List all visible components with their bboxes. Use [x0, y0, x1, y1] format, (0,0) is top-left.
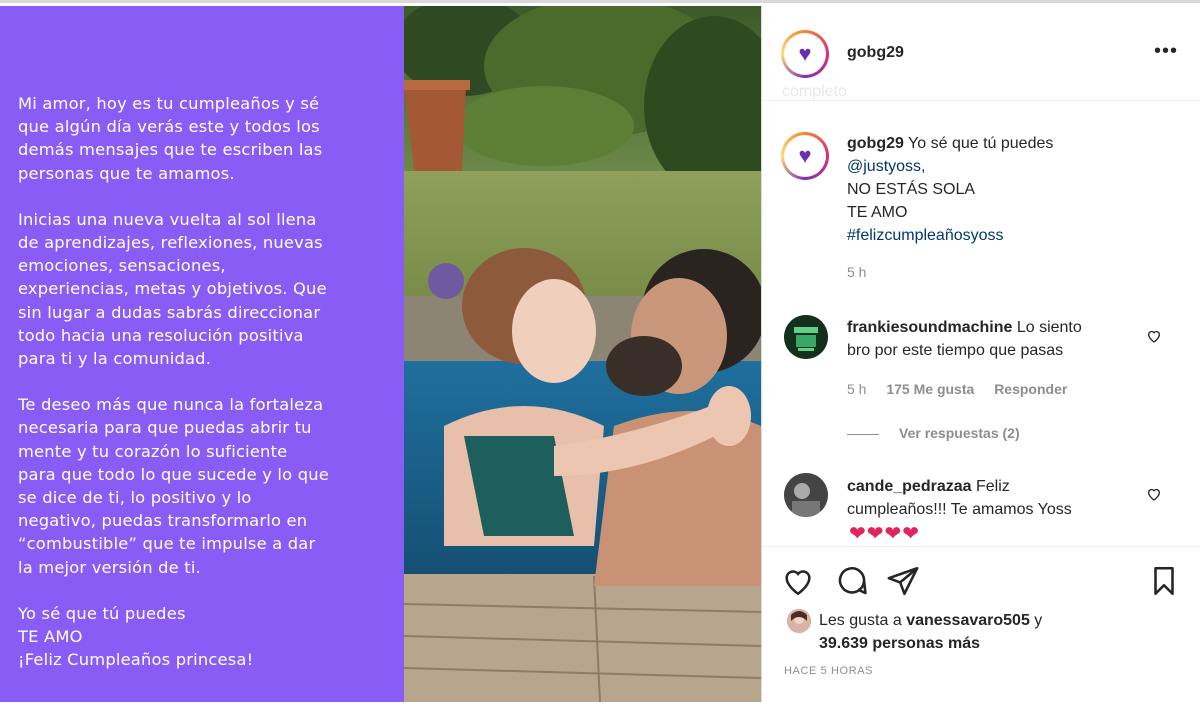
comment-2: cande_pedrazaa Feliz cumpleaños!!! Te am… [847, 475, 1147, 521]
caption-mention[interactable]: @justyoss, [847, 155, 1167, 178]
comment-likes[interactable]: 175 Me gusta [886, 381, 974, 397]
ghost-overlay-text: completo [782, 83, 847, 100]
liker-photo-icon [787, 609, 811, 633]
instagram-post-frame: Mi amor, hoy es tu cumpleaños y sé que a… [0, 0, 1200, 702]
purple-heart-icon: ♥ [784, 33, 826, 75]
comment-text-a: Feliz [975, 478, 1010, 495]
comment-text-b: cumpleaños!!! Te amamos Yoss [847, 501, 1072, 518]
more-options-icon[interactable]: ••• [1154, 40, 1178, 63]
comment-username[interactable]: frankiesoundmachine [847, 319, 1012, 336]
caption-username[interactable]: gobg29 [847, 135, 904, 152]
post-caption: gobg29 Yo sé que tú puedes @justyoss, NO… [847, 132, 1167, 284]
commenter-avatar[interactable] [784, 473, 828, 517]
comment-text-a: Lo siento [1016, 319, 1082, 336]
replies-divider [847, 433, 879, 435]
reply-button[interactable]: Responder [994, 381, 1067, 397]
comment-text-b: bro por este tiempo que pasas [847, 342, 1064, 359]
commenter-avatar[interactable] [784, 315, 828, 359]
like-comment-heart-icon[interactable] [1146, 328, 1162, 344]
comment-bubble-icon[interactable] [835, 564, 869, 598]
caption-avatar[interactable]: ♥ [781, 132, 829, 180]
purple-heart-icon: ♥ [784, 135, 826, 177]
message-paragraph-3: Te deseo más que nunca la fortaleza nece… [18, 395, 329, 577]
comment-1: frankiesoundmachine Lo siento bro por es… [847, 316, 1147, 362]
likes-count[interactable]: 39.639 personas más [819, 635, 980, 652]
save-bookmark-icon[interactable] [1147, 564, 1181, 598]
share-paper-plane-icon[interactable] [886, 564, 920, 598]
birthday-message-panel: Mi amor, hoy es tu cumpleaños y sé que a… [0, 6, 404, 702]
likes-prefix: Les gusta a [819, 612, 902, 629]
red-hearts-emoji: ❤❤❤❤ [849, 523, 921, 545]
comment-meta: 5 h 175 Me gusta Responder [847, 381, 1083, 397]
caption-hashtag[interactable]: #felizcumpleañosyoss [847, 224, 1167, 247]
view-replies[interactable]: Ver respuestas (2) [847, 425, 1020, 441]
post-photo[interactable] [404, 6, 761, 702]
message-paragraph-1: Mi amor, hoy es tu cumpleaños y sé que a… [18, 94, 323, 183]
like-heart-icon[interactable] [781, 564, 815, 598]
post-header: ♥ gobg29 ••• completo [762, 6, 1200, 101]
posted-time[interactable]: HACE 5 HORAS [784, 665, 873, 677]
comment-username[interactable]: cande_pedrazaa [847, 478, 972, 495]
caption-line-4: TE AMO [847, 204, 908, 221]
post-sidebar: ♥ gobg29 ••• completo ♥ gobg29 Yo sé que… [761, 6, 1200, 702]
couple-in-pool-illustration [404, 6, 761, 702]
caption-line-3: NO ESTÁS SOLA [847, 181, 976, 198]
likes-user[interactable]: vanessavaro505 [906, 612, 1030, 629]
likes-joiner: y [1034, 612, 1043, 629]
like-comment-heart-icon[interactable] [1146, 486, 1162, 502]
author-username[interactable]: gobg29 [847, 44, 904, 62]
liker-avatar[interactable] [787, 609, 811, 633]
message-paragraph-4: Yo sé que tú puedes TE AMO ¡Feliz Cumple… [18, 603, 254, 670]
comment-time[interactable]: 5 h [847, 381, 866, 397]
person-photo-icon [784, 473, 828, 517]
post-actions: Les gusta a vanessavaro505 y 39.639 pers… [762, 546, 1200, 706]
author-avatar[interactable]: ♥ [781, 30, 829, 78]
caption-line-1: Yo sé que tú puedes [908, 135, 1054, 152]
band-logo-icon [784, 315, 828, 359]
likes-summary: Les gusta a vanessavaro505 y 39.639 pers… [819, 609, 1042, 655]
view-replies-label[interactable]: Ver respuestas (2) [899, 425, 1020, 441]
message-paragraph-2: Inicias una nueva vuelta al sol llena de… [18, 209, 327, 369]
caption-time[interactable]: 5 h [847, 261, 1167, 284]
